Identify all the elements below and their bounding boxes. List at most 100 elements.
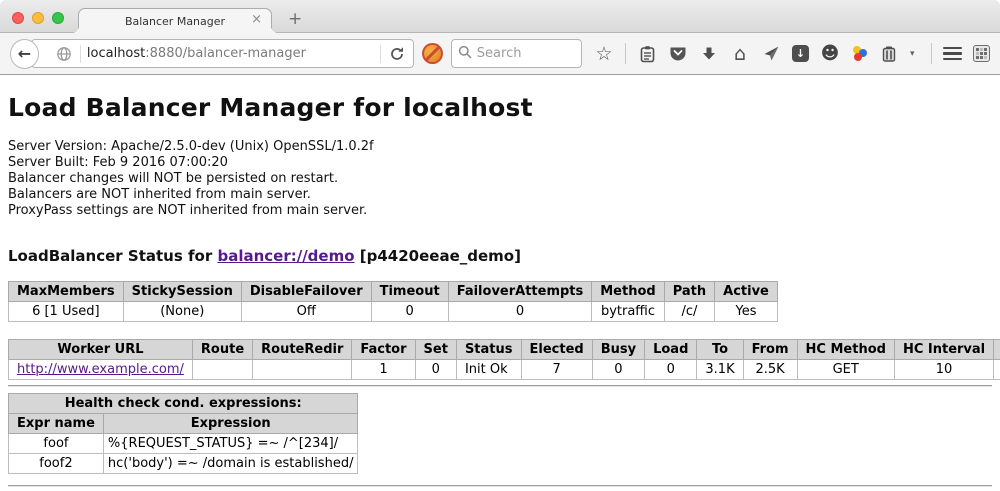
send-plane-icon[interactable] [761,43,781,65]
balancer-demo-link[interactable]: balancer://demo [217,247,354,265]
health-check-expressions-table: Health check cond. expressions:Expr name… [8,393,358,474]
url-host: localhost [87,46,145,61]
balancer-column-header: Active [715,282,778,302]
worker-column-header: Route [192,340,252,360]
server-info-line: Server Built: Feb 9 2016 07:00:20 [8,155,992,171]
tab-title: Balancer Manager [125,15,225,28]
reload-icon[interactable] [387,43,407,65]
url-text[interactable]: localhost:8880/balancer-manager [87,46,375,61]
search-input[interactable] [477,46,567,61]
health-cell: foof2 [9,454,104,474]
worker-cell: 10 [894,360,993,380]
tab-close-icon[interactable]: × [251,13,262,27]
balancer-column-header: MaxMembers [9,282,124,302]
health-column-header: Expression [103,414,358,434]
browser-tab[interactable]: Balancer Manager × [78,8,272,33]
balancer-cell: bytraffic [592,302,664,322]
worker-column-header: Busy [592,340,644,360]
worker-column-header: Elected [521,340,592,360]
worker-cell: 0 [415,360,456,380]
urlbar-divider [80,45,81,63]
worker-column-header: Factor [352,340,415,360]
content-blocked-icon[interactable] [422,43,442,64]
balancer-cell: 0 [448,302,592,322]
downloads-icon[interactable] [699,43,719,65]
worker-url-link[interactable]: http://www.example.com/ [17,362,184,377]
worker-cell: 0 [645,360,697,380]
back-button[interactable]: ← [10,39,39,69]
worker-column-header: Worker URL [9,340,193,360]
worker-column-header: HC Method [797,340,894,360]
balancer-cell: /c/ [664,302,714,322]
title-bar: Balancer Manager × + [0,0,1000,33]
balancer-cell: (None) [123,302,241,322]
balancer-status-table: MaxMembersStickySessionDisableFailoverTi… [8,281,778,322]
url-path: :8880/balancer-manager [145,46,306,61]
server-info-line: Server Version: Apache/2.5.0-dev (Unix) … [8,139,992,155]
balancer-cell: 0 [371,302,448,322]
search-icon [458,44,472,63]
container-icon[interactable] [879,43,899,65]
worker-cell: Init Ok [456,360,521,380]
worker-column-header: HC Interval [894,340,993,360]
worker-column-header: Load [645,340,697,360]
page-content: Load Balancer Manager for localhost Serv… [0,93,1000,487]
health-cell: foof [9,434,104,454]
colored-dots-extension-icon[interactable] [851,45,868,62]
worker-cell: GET [797,360,894,380]
navigation-toolbar: ← localhost:8880/balancer-manager ☆ [0,33,1000,75]
new-tab-button[interactable]: + [288,9,302,29]
status-prefix: LoadBalancer Status for [8,247,217,265]
search-box[interactable] [451,39,582,68]
worker-cell: 2.5K [743,360,797,380]
download-panel-icon[interactable]: ↓ [792,45,809,62]
pocket-icon[interactable] [668,43,688,65]
bookmark-star-icon[interactable]: ☆ [594,43,614,65]
worker-column-header: From [743,340,797,360]
browser-window: Balancer Manager × + ← localhost:8880/ba… [0,0,1000,491]
balancer-cell: Off [241,302,371,322]
balancer-column-header: Method [592,282,664,302]
clipboard-icon[interactable] [637,43,657,65]
worker-column-header: RouteRedir [253,340,352,360]
server-info-line: Balancer changes will NOT be persisted o… [8,171,992,187]
worker-cell: 1 [352,360,415,380]
worker-cell [253,360,352,380]
server-info-line: ProxyPass settings are NOT inherited fro… [8,203,992,219]
health-cell: hc('body') =~ /domain is established/ [103,454,358,474]
tab-groups-icon[interactable] [973,45,990,62]
toolbar-icons: ☆ ⌂ ↓ ☻ ▾ [594,43,990,65]
horizontal-rule [8,385,992,387]
chevron-down-icon[interactable]: ▾ [910,49,920,59]
close-window-button[interactable] [12,12,24,24]
horizontal-rule [8,485,992,487]
smiley-extension-icon[interactable]: ☻ [820,43,840,65]
status-suffix: [p4420eeae_demo] [355,247,521,265]
window-controls [12,12,64,24]
loadbalancer-status-heading: LoadBalancer Status for balancer://demo … [8,247,992,265]
balancer-column-header: DisableFailover [241,282,371,302]
page-title: Load Balancer Manager for localhost [8,93,992,122]
server-info-line: Balancers are NOT inherited from main se… [8,187,992,203]
health-table-title: Health check cond. expressions: [9,394,358,414]
site-identity-globe-icon[interactable] [54,43,74,65]
balancer-column-header: Timeout [371,282,448,302]
health-column-header: Expr name [9,414,104,434]
worker-status-table: Worker URLRouteRouteRedirFactorSetStatus… [8,339,1000,380]
worker-cell: 3.1K [697,360,743,380]
worker-column-header: Status [456,340,521,360]
worker-cell: 0 [592,360,644,380]
balancer-cell: 6 [1 Used] [9,302,124,322]
url-bar[interactable]: localhost:8880/balancer-manager [31,39,415,68]
worker-cell [192,360,252,380]
home-icon[interactable]: ⌂ [730,43,750,65]
menu-icon[interactable] [943,47,962,61]
worker-cell: 1 (0) [994,360,1000,380]
worker-cell: 7 [521,360,592,380]
balancer-column-header: StickySession [123,282,241,302]
minimize-window-button[interactable] [32,12,44,24]
zoom-window-button[interactable] [52,12,64,24]
urlbar-divider [380,45,381,63]
server-info: Server Version: Apache/2.5.0-dev (Unix) … [8,139,992,219]
balancer-column-header: Path [664,282,714,302]
